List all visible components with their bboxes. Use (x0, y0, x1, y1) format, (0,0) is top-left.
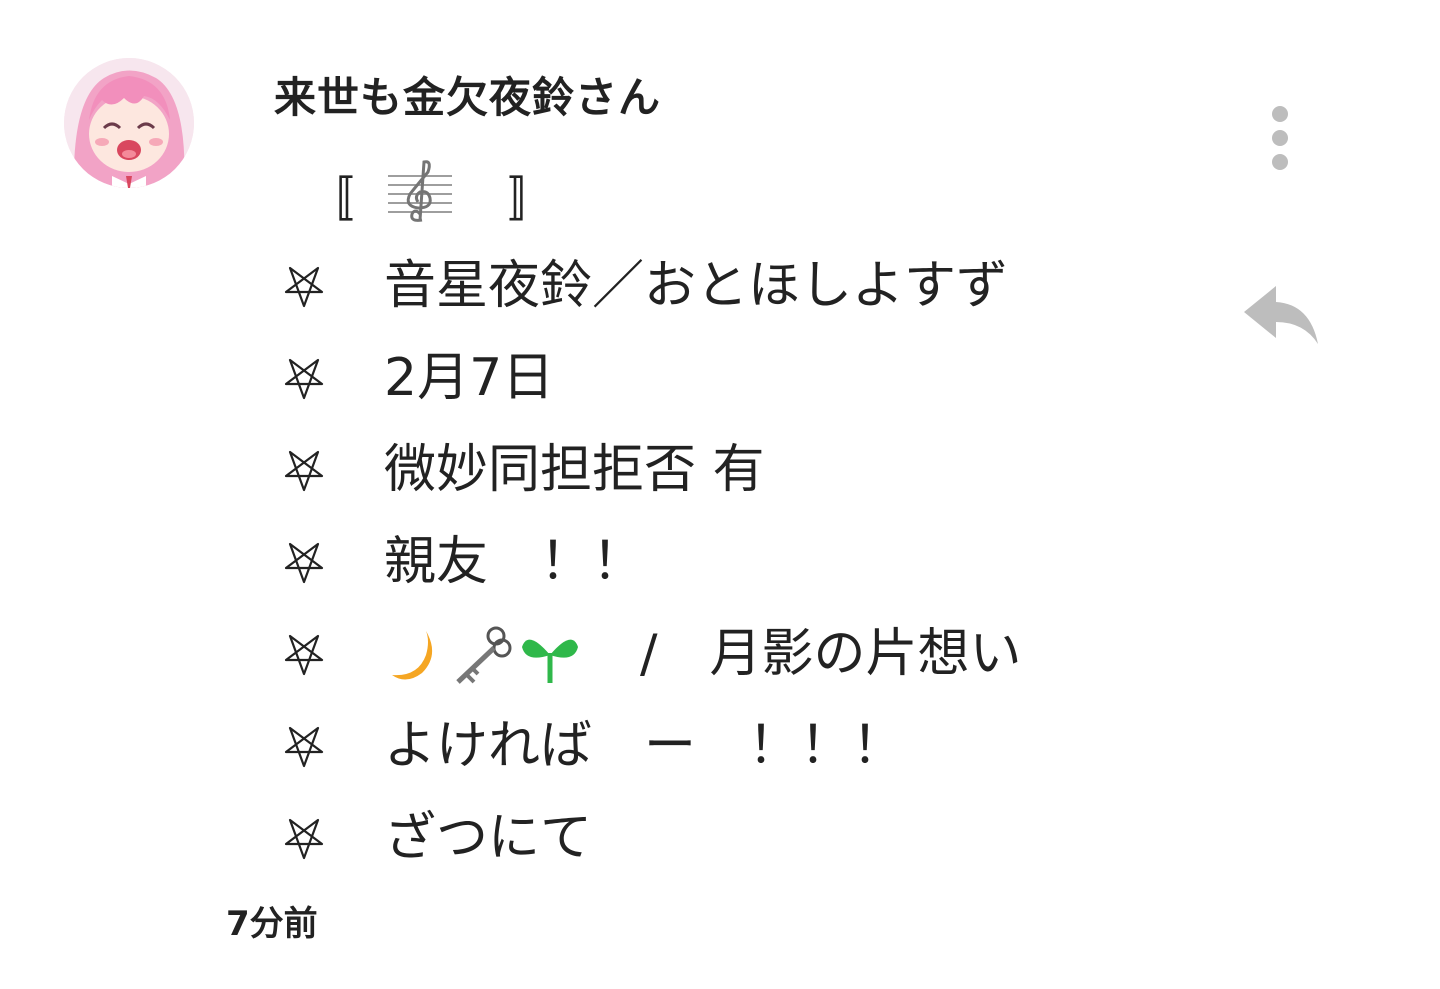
inverted-pentagram-icon (284, 358, 324, 400)
line-text: 音星夜鈴／おとほしよすず (384, 256, 1009, 316)
old-key-icon (456, 626, 512, 684)
line-text: / 月影の片想い (640, 624, 1022, 684)
avatar-image (64, 58, 194, 188)
line-text: 親友 ！！ (384, 532, 645, 592)
profile-line: 2月7日 (280, 332, 1180, 424)
comment-body: 〚 〛 音星夜鈴／おとほしよすず 2月7日 微妙同担拒否 有 親友 ！！ / 月… (280, 150, 1180, 884)
more-options-button[interactable] (1258, 102, 1302, 178)
profile-line: ざつにて (280, 792, 1180, 884)
bracket-right: 〛 (508, 172, 557, 228)
crescent-moon-icon (392, 631, 433, 680)
profile-line: 微妙同担拒否 有 (280, 424, 1180, 516)
username[interactable]: 来世も金欠夜鈴さん (274, 64, 661, 125)
inverted-pentagram-icon (284, 542, 324, 584)
profile-line: 親友 ！！ (280, 516, 1180, 608)
profile-line: よければ ー ！！！ (280, 700, 1180, 792)
inverted-pentagram-icon (284, 266, 324, 308)
timestamp: 7分前 (226, 904, 318, 944)
inverted-pentagram-icon (284, 726, 324, 768)
seedling-icon (522, 639, 578, 683)
treble-clef-icon (388, 160, 452, 222)
inverted-pentagram-icon (284, 450, 324, 492)
inverted-pentagram-icon (284, 634, 324, 676)
reply-button[interactable] (1240, 282, 1324, 352)
avatar[interactable] (64, 58, 194, 188)
line-text: ざつにて (384, 808, 593, 868)
comment-card: 来世も金欠夜鈴さん 〚 〛 音星夜鈴／おとほしよすず 2月7日 微妙同担拒否 有… (0, 0, 1440, 989)
line-text: 微妙同担拒否 有 (384, 440, 765, 500)
inverted-pentagram-icon (284, 818, 324, 860)
profile-line: 音星夜鈴／おとほしよすず (280, 240, 1180, 332)
line-text: よければ ー ！！！ (384, 716, 905, 776)
reply-icon (1244, 286, 1318, 344)
emoji-group (388, 622, 582, 688)
bracket-left: 〚 (306, 172, 355, 228)
profile-line: / 月影の片想い (280, 608, 1180, 700)
line-text: 2月7日 (384, 348, 555, 408)
header-bracket-line: 〚 〛 (280, 150, 1180, 240)
